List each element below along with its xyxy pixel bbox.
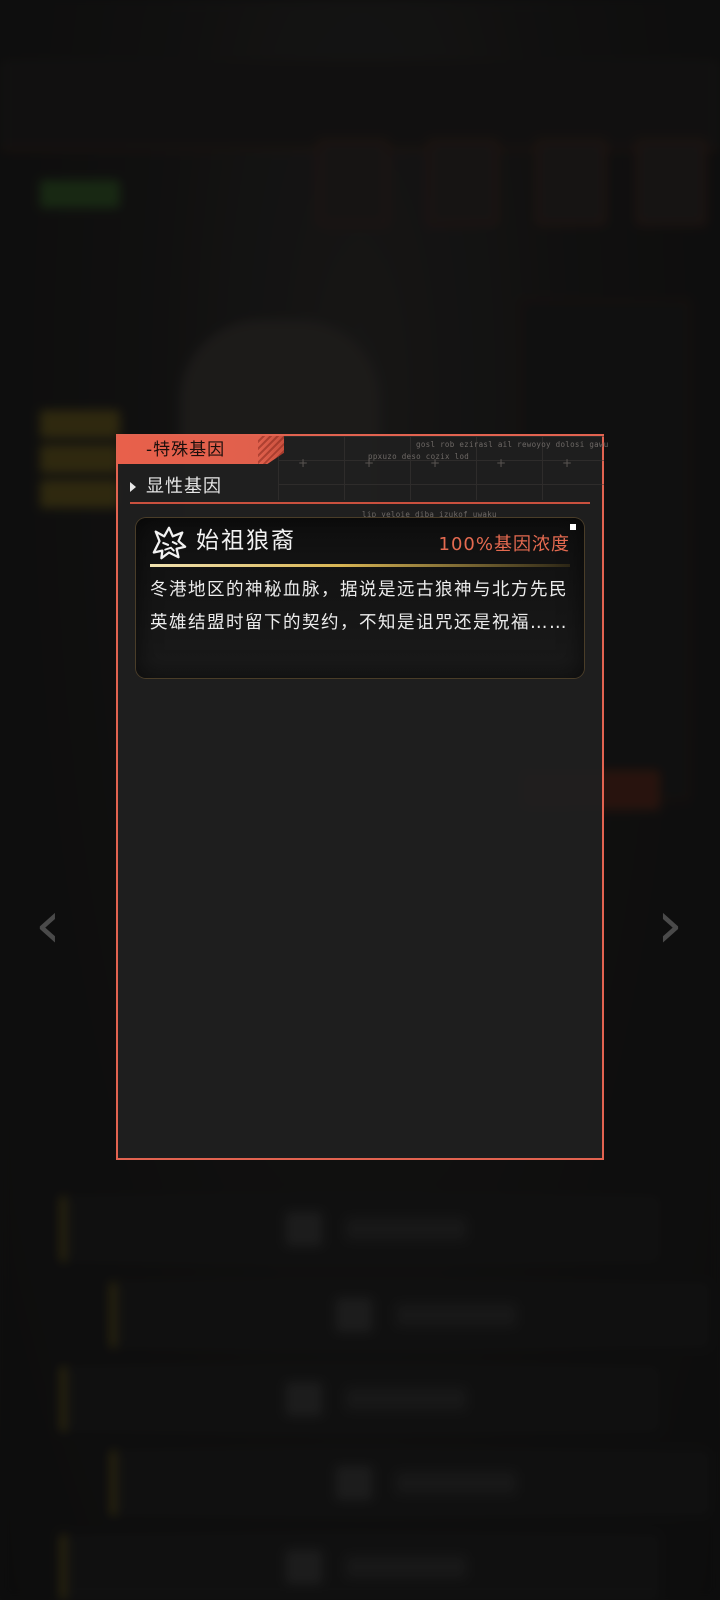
decorative-code-text: gosl rob ezirasl ail rewoyoy dolosi gawu <box>416 440 609 449</box>
panel-tab-label: -特殊基因 <box>146 440 226 460</box>
panel-tab: -特殊基因 <box>118 436 284 464</box>
decorative-code-text: ppxuzo deso cozix lod <box>368 452 470 461</box>
gene-card[interactable]: 始祖狼裔 100%基因浓度 冬港地区的神秘血脉，据说是远古狼神与北方先民英雄结盟… <box>136 518 584 678</box>
wolf-head-icon <box>152 526 187 560</box>
section-label: 显性基因 <box>146 476 222 497</box>
grid-cross-decoration: + <box>562 456 573 470</box>
grid-cross-decoration: + <box>496 456 507 470</box>
caret-right-icon <box>130 482 136 492</box>
gene-name: 始祖狼裔 <box>196 528 296 554</box>
next-arrow-icon[interactable]: › <box>650 885 690 965</box>
prev-arrow-icon[interactable]: ‹ <box>28 885 68 965</box>
special-gene-panel: + + + + + -特殊基因 gosl rob ezirasl ail rew… <box>116 434 608 1160</box>
gene-description: 冬港地区的神秘血脉，据说是远古狼神与北方先民英雄结盟时留下的契约，不知是诅咒还是… <box>150 580 568 633</box>
gene-concentration: 100%基因浓度 <box>438 534 570 555</box>
gene-divider <box>150 564 570 567</box>
corner-dot-icon <box>570 524 576 530</box>
grid-cross-decoration: + <box>298 456 309 470</box>
section-header: 显性基因 <box>130 474 590 504</box>
